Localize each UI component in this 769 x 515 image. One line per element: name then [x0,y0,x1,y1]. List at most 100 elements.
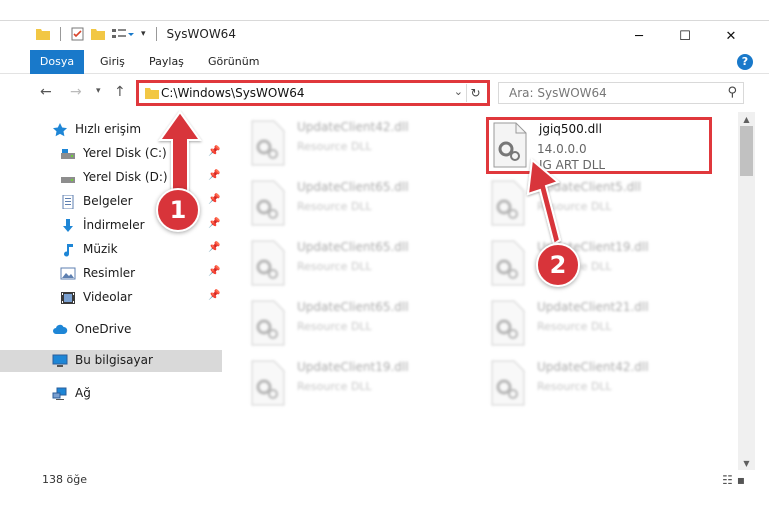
file-item[interactable]: UpdateClient65.dll Resource DLL [248,238,478,290]
sidebar-item-local-disk-d[interactable]: Yerel Disk (D:) 📌 [0,167,222,189]
file-name: UpdateClient65.dll [297,300,409,314]
help-button[interactable]: ? [737,54,753,70]
pin-icon: 📌 [208,290,221,301]
sidebar-item-local-disk-c[interactable]: Yerel Disk (C:) 📌 [0,143,222,165]
drive-icon [61,177,75,183]
sidebar-item-network[interactable]: Ağ [0,383,222,405]
computer-icon [52,354,68,367]
dll-file-icon [251,180,285,226]
close-button[interactable]: ✕ [708,21,754,51]
file-name: UpdateClient42.dll [297,120,409,134]
quick-access-toolbar: ▾ SysWOW64 [36,27,236,41]
file-description: Resource DLL [297,380,372,393]
qat-dropdown-icon[interactable]: ▾ [141,29,146,39]
pin-icon: 📌 [208,218,221,229]
sidebar-item-quick-access[interactable]: Hızlı erişim [0,119,222,141]
file-description: Resource DLL [537,380,612,393]
refresh-icon[interactable]: ↻ [466,84,484,102]
scroll-thumb[interactable] [740,126,753,176]
sidebar-item-label: Belgeler [83,194,133,208]
file-name: UpdateClient65.dll [297,240,409,254]
step-badge-2: 2 [536,243,580,287]
dll-file-icon [491,240,525,286]
toolbar-separator [60,27,61,41]
file-name: UpdateClient21.dll [537,300,649,314]
sidebar-item-onedrive[interactable]: OneDrive [0,319,222,341]
sidebar-item-pictures[interactable]: Resimler 📌 [0,263,222,285]
search-icon[interactable]: ⚲ [727,85,737,100]
status-bar: 138 öğe ☷▪ [0,470,769,492]
search-placeholder: Ara: SysWOW64 [509,86,607,100]
cloud-icon [53,324,68,334]
highlight-box-target-file [486,117,712,174]
file-item[interactable]: UpdateClient21.dll Resource DLL [488,298,718,350]
sidebar-item-label: İndirmeler [83,218,145,232]
downloads-icon [63,219,73,232]
pin-icon: 📌 [208,266,221,277]
recent-locations-icon[interactable]: ▾ [96,86,101,96]
tab-home[interactable]: Giriş [100,50,125,74]
sidebar-item-music[interactable]: Müzik 📌 [0,239,222,261]
file-description: Resource DLL [297,200,372,213]
file-name: UpdateClient5.dll [537,180,641,194]
sidebar-item-label: Yerel Disk (D:) [83,170,168,184]
window-title: SysWOW64 [166,27,236,41]
file-description: Resource DLL [297,320,372,333]
forward-arrow-icon[interactable]: → [70,84,82,100]
folder-icon[interactable] [36,28,50,40]
up-arrow-icon[interactable]: ↑ [114,84,126,100]
documents-icon [62,195,74,209]
dll-file-icon [491,180,525,226]
file-item[interactable]: UpdateClient42.dll Resource DLL [488,358,718,410]
view-menu-icon[interactable] [112,28,134,40]
new-folder-icon[interactable] [91,28,105,40]
chevron-down-icon[interactable]: ⌄ [454,85,463,98]
sidebar-item-label: Hızlı erişim [75,122,142,136]
item-count: 138 öğe [42,473,87,486]
tab-view[interactable]: Görünüm [208,50,259,74]
navigation-bar: ← → ▾ ↑ C:\Windows\SysWOW64 ⌄ ↻ Ara: Sys… [0,74,769,112]
back-arrow-icon[interactable]: ← [40,84,52,100]
dll-file-icon [251,240,285,286]
music-icon [64,244,73,257]
file-name: UpdateClient65.dll [297,180,409,194]
maximize-button[interactable]: ☐ [662,21,708,51]
network-icon [52,387,67,400]
vertical-scrollbar[interactable]: ▲ ▼ [738,112,755,472]
sidebar-item-label: Bu bilgisayar [75,353,153,367]
dll-file-icon [491,300,525,346]
view-toggle-icons[interactable]: ☷▪ [722,473,749,487]
file-item[interactable]: UpdateClient42.dll Resource DLL [248,118,478,170]
sidebar-item-label: Müzik [83,242,118,256]
pin-icon: 📌 [208,194,221,205]
minimize-button[interactable]: ─ [616,21,662,51]
file-description: Resource DLL [537,200,612,213]
address-bar[interactable]: C:\Windows\SysWOW64 ⌄ ↻ [136,80,490,106]
tab-share[interactable]: Paylaş [149,50,184,74]
navigation-pane: Hızlı erişim Yerel Disk (C:) 📌 Yerel Dis… [0,112,222,460]
search-box[interactable]: Ara: SysWOW64 ⚲ [498,82,744,104]
sidebar-item-videos[interactable]: Videolar 📌 [0,287,222,309]
folder-icon [145,88,159,99]
address-path[interactable]: C:\Windows\SysWOW64 [161,86,305,100]
file-item[interactable]: UpdateClient19.dll Resource DLL [488,238,718,290]
file-description: Resource DLL [537,320,612,333]
toolbar-separator [155,27,157,41]
file-item[interactable]: UpdateClient5.dll Resource DLL [488,178,718,230]
dll-file-icon [251,360,285,406]
file-item[interactable]: UpdateClient65.dll Resource DLL [248,178,478,230]
properties-icon[interactable] [71,27,84,41]
file-description: Resource DLL [297,260,372,273]
sidebar-item-this-pc[interactable]: Bu bilgisayar [0,350,222,372]
pictures-icon [60,267,76,280]
title-bar: ▾ SysWOW64 ─ ☐ ✕ [0,20,769,50]
file-description: Resource DLL [297,140,372,153]
file-item[interactable]: UpdateClient19.dll Resource DLL [248,358,478,410]
pin-icon: 📌 [208,170,221,181]
pin-icon: 📌 [208,146,221,157]
file-name: UpdateClient19.dll [297,360,409,374]
file-item[interactable]: UpdateClient65.dll Resource DLL [248,298,478,350]
dll-file-icon [251,300,285,346]
sidebar-item-label: Resimler [83,266,136,280]
sidebar-item-label: OneDrive [75,322,132,336]
